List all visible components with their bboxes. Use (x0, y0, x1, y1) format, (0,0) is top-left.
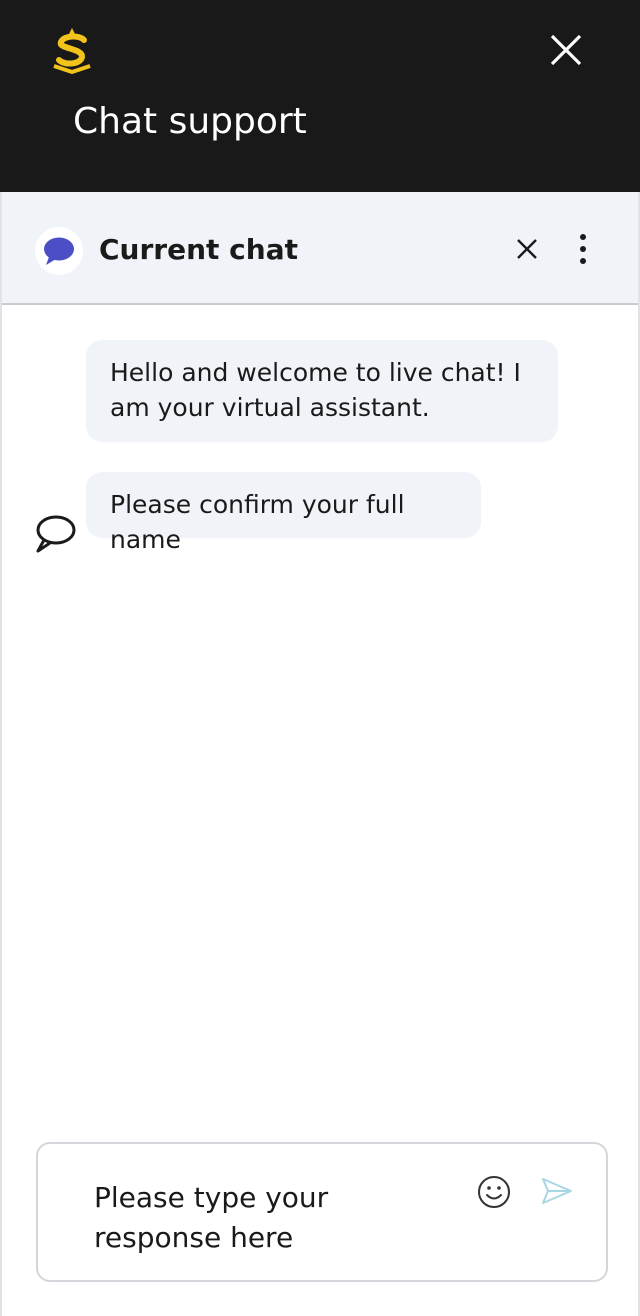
close-icon[interactable] (544, 28, 588, 72)
smiley-icon[interactable] (476, 1174, 512, 1210)
page-title: Chat support (73, 101, 307, 142)
chat-message: Hello and welcome to live chat! I am you… (86, 340, 558, 442)
more-vertical-icon[interactable] (572, 232, 594, 266)
chat-support-header: Chat support (0, 0, 640, 192)
close-chat-icon[interactable] (512, 234, 542, 264)
chat-avatar (35, 227, 83, 275)
send-icon[interactable] (540, 1175, 574, 1207)
chat-bubble-outline-icon (36, 515, 76, 553)
chat-panel: Current chat Hello and welcome to live c… (0, 192, 640, 1316)
speech-bubble-icon (44, 237, 74, 265)
chat-message: Please confirm your full name (86, 472, 481, 554)
message-composer (36, 1142, 608, 1282)
brand-s-logo-icon (53, 28, 91, 74)
chat-title: Current chat (99, 233, 298, 266)
chat-header: Current chat (2, 192, 638, 305)
message-input[interactable] (94, 1178, 424, 1264)
